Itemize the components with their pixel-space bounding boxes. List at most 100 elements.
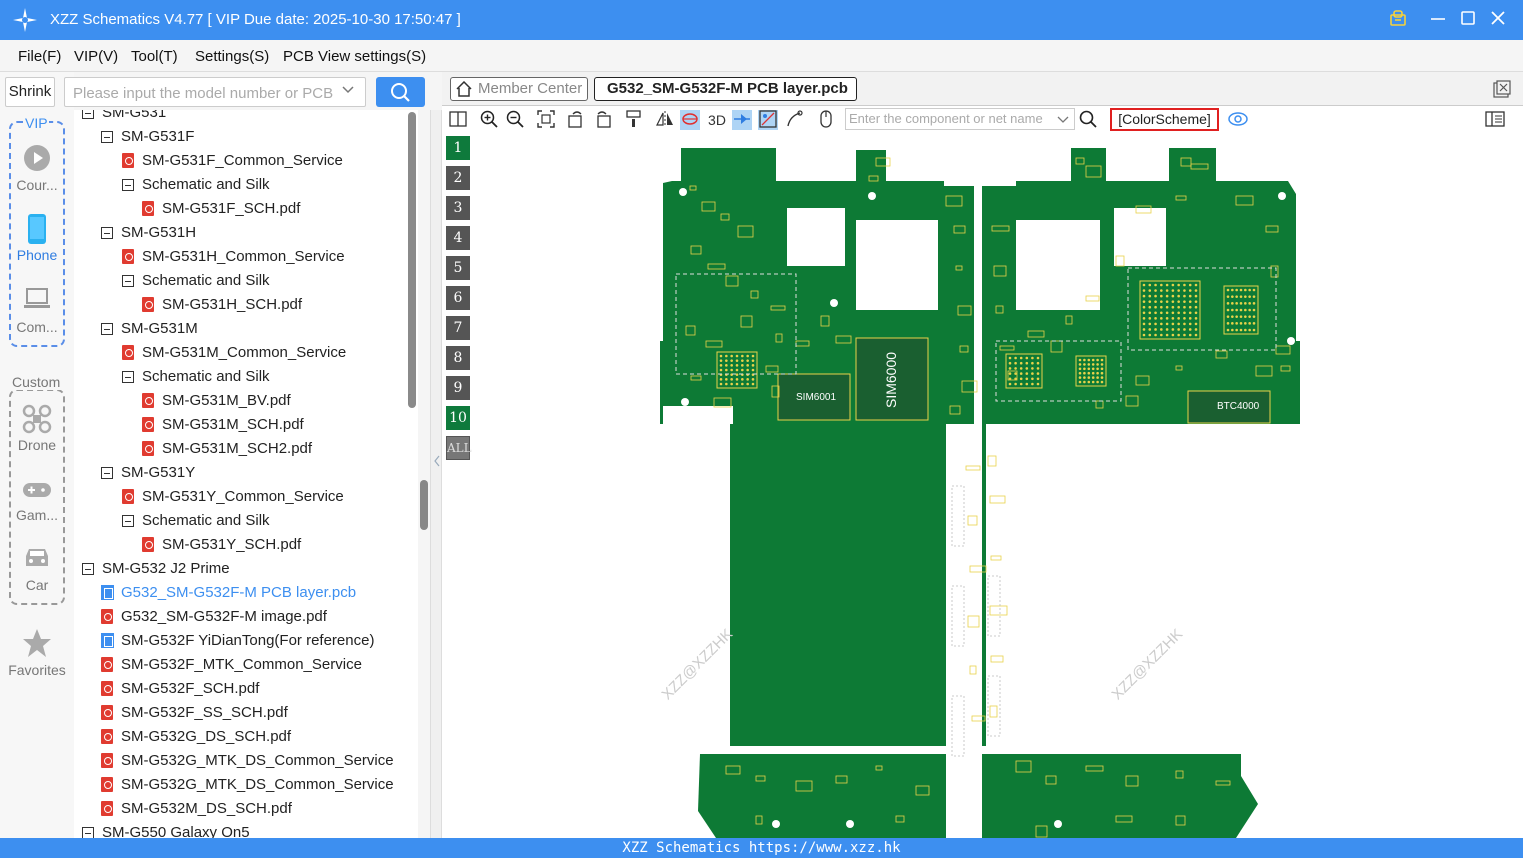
- chevron-down-icon[interactable]: [1057, 113, 1069, 125]
- zoom-in-icon[interactable]: [479, 110, 499, 130]
- tree-file[interactable]: SM-G532M_DS_SCH.pdf: [74, 797, 418, 821]
- tree-file[interactable]: SM-G532G_MTK_DS_Common_Service: [74, 749, 418, 773]
- tree-file[interactable]: SM-G531M_SCH.pdf: [74, 413, 418, 437]
- tree-folder[interactable]: Schematic and Silk: [74, 269, 418, 293]
- color-scheme-button[interactable]: [ColorScheme]: [1110, 108, 1219, 131]
- layer-button-9[interactable]: 9: [446, 376, 470, 400]
- eye-icon[interactable]: [1228, 110, 1248, 130]
- layer-button-6[interactable]: 6: [446, 286, 470, 310]
- search-component-icon[interactable]: [1078, 110, 1098, 130]
- collapse-icon[interactable]: [101, 131, 113, 143]
- close-button[interactable]: [1487, 9, 1509, 31]
- tree-file[interactable]: SM-G532F_MTK_Common_Service: [74, 653, 418, 677]
- tree-folder[interactable]: Schematic and Silk: [74, 173, 418, 197]
- chevron-down-icon[interactable]: [341, 82, 355, 99]
- layer-button-2[interactable]: 2: [446, 166, 470, 190]
- tree-folder[interactable]: SM-G531Y: [74, 461, 418, 485]
- rail-item-courses[interactable]: Cour...: [4, 144, 70, 198]
- minimize-button[interactable]: [1427, 9, 1449, 31]
- maximize-button[interactable]: [1457, 9, 1479, 31]
- net-route-icon[interactable]: [732, 110, 752, 130]
- layer-button-3[interactable]: 3: [446, 196, 470, 220]
- tree-folder[interactable]: Schematic and Silk: [74, 509, 418, 533]
- tree-folder[interactable]: Schematic and Silk: [74, 365, 418, 389]
- menu-vip[interactable]: VIP(V): [74, 48, 118, 65]
- tree-file[interactable]: SM-G532F_SCH.pdf: [74, 677, 418, 701]
- component-search-input[interactable]: Enter the component or net name: [845, 108, 1075, 130]
- tree-file[interactable]: SM-G531H_SCH.pdf: [74, 293, 418, 317]
- panel-splitter[interactable]: [430, 110, 442, 838]
- rotate-left-icon[interactable]: [566, 110, 586, 130]
- tree-folder[interactable]: SM-G532 J2 Prime: [74, 557, 418, 581]
- rotate-right-icon[interactable]: [593, 110, 613, 130]
- rail-item-phone[interactable]: Phone: [4, 214, 70, 268]
- tree-file[interactable]: SM-G531M_SCH2.pdf: [74, 437, 418, 461]
- mirror-icon[interactable]: [655, 110, 675, 130]
- layer-button-10[interactable]: 10: [446, 406, 470, 430]
- trace-icon[interactable]: [785, 110, 805, 130]
- tree-file[interactable]: SM-G532F YiDianTong(For reference): [74, 629, 418, 653]
- layer-button-4[interactable]: 4: [446, 226, 470, 250]
- tree-file[interactable]: SM-G532F_SS_SCH.pdf: [74, 701, 418, 725]
- collapse-icon[interactable]: [82, 827, 94, 838]
- layer-button-1[interactable]: 1: [446, 136, 470, 160]
- lock-icon[interactable]: [1387, 9, 1409, 31]
- tree-folder[interactable]: SM-G531: [74, 110, 418, 125]
- collapse-icon[interactable]: [82, 563, 94, 575]
- rail-item-game[interactable]: Gam...: [4, 478, 70, 528]
- collapse-icon[interactable]: [122, 275, 134, 287]
- tree-file[interactable]: SM-G532G_DS_SCH.pdf: [74, 725, 418, 749]
- layer-button-5[interactable]: 5: [446, 256, 470, 280]
- properties-panel-icon[interactable]: [1485, 110, 1505, 130]
- tree-folder[interactable]: SM-G531M: [74, 317, 418, 341]
- collapse-icon[interactable]: [122, 179, 134, 191]
- tree-file[interactable]: SM-G532G_MTK_DS_Common_Service: [74, 773, 418, 797]
- tree-file[interactable]: SM-G531F_Common_Service: [74, 149, 418, 173]
- rail-item-car[interactable]: Car: [4, 544, 70, 598]
- tree-file[interactable]: G532_SM-G532F-M image.pdf: [74, 605, 418, 629]
- rail-item-drone[interactable]: Drone: [4, 404, 70, 458]
- menu-tool[interactable]: Tool(T): [131, 48, 178, 65]
- close-all-tabs-icon[interactable]: [1493, 80, 1511, 103]
- menu-file[interactable]: File(F): [18, 48, 61, 65]
- tree-file[interactable]: G532_SM-G532F-M PCB layer.pcb: [74, 581, 418, 605]
- collapse-icon[interactable]: [122, 515, 134, 527]
- tree-folder[interactable]: SM-G531F: [74, 125, 418, 149]
- tab-member-center[interactable]: Member Center: [450, 77, 588, 101]
- tree-file[interactable]: SM-G531M_Common_Service: [74, 341, 418, 365]
- highlight-icon[interactable]: [680, 110, 700, 130]
- layer-button-7[interactable]: 7: [446, 316, 470, 340]
- tree-scrollbar[interactable]: [408, 112, 416, 408]
- menu-settings[interactable]: Settings(S): [195, 48, 269, 65]
- tree-file[interactable]: SM-G531F_SCH.pdf: [74, 197, 418, 221]
- panel-scrollbar[interactable]: [420, 480, 428, 530]
- collapse-icon[interactable]: [122, 371, 134, 383]
- collapse-icon[interactable]: [82, 110, 94, 119]
- tree-file[interactable]: SM-G531Y_SCH.pdf: [74, 533, 418, 557]
- shrink-button[interactable]: Shrink: [5, 77, 55, 107]
- tree-file[interactable]: SM-G531M_BV.pdf: [74, 389, 418, 413]
- layer-all-button[interactable]: ALL: [446, 436, 472, 460]
- collapse-icon[interactable]: [101, 467, 113, 479]
- rail-item-computer[interactable]: Com...: [4, 286, 70, 340]
- tree-file[interactable]: SM-G531H_Common_Service: [74, 245, 418, 269]
- rail-item-favorites[interactable]: Favorites: [4, 628, 70, 682]
- display-mode-icon[interactable]: [758, 110, 778, 130]
- view-3d-button[interactable]: 3D: [706, 110, 728, 130]
- menu-pcb-view-settings[interactable]: PCB View settings(S): [283, 48, 426, 65]
- collapse-icon[interactable]: [101, 323, 113, 335]
- tree-folder[interactable]: SM-G531H: [74, 221, 418, 245]
- collapse-arrow-icon[interactable]: [433, 455, 441, 467]
- tree-file[interactable]: SM-G531Y_Common_Service: [74, 485, 418, 509]
- layer-button-8[interactable]: 8: [446, 346, 470, 370]
- mouse-icon[interactable]: [816, 110, 836, 130]
- search-button[interactable]: [376, 77, 425, 107]
- zoom-out-icon[interactable]: [505, 110, 525, 130]
- pcb-canvas[interactable]: SIM6001 SIM6000 BTC4000 XZZ@XZZHK XZZ@XZ…: [476, 136, 1516, 838]
- model-search-input[interactable]: [73, 83, 338, 103]
- tab-pcb-file[interactable]: G532_SM-G532F-M PCB layer.pcb: [594, 77, 857, 101]
- toggle-panel-icon[interactable]: [448, 110, 468, 130]
- fit-view-icon[interactable]: [536, 110, 556, 130]
- format-brush-icon[interactable]: [624, 110, 644, 130]
- tree-folder[interactable]: SM-G550 Galaxy On5: [74, 821, 418, 838]
